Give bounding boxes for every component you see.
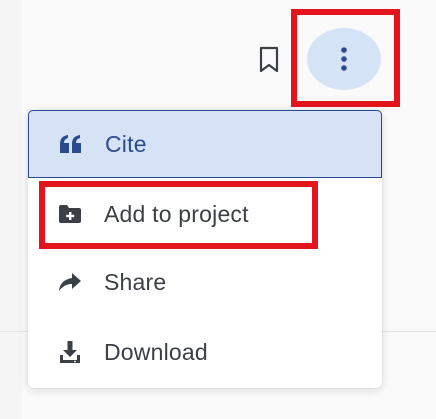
menu-item-add-to-project[interactable]: Add to project xyxy=(28,180,382,248)
menu-item-label: Download xyxy=(104,338,208,365)
bookmark-outline-icon xyxy=(259,46,279,73)
download-icon xyxy=(58,340,82,364)
bookmark-button[interactable] xyxy=(252,40,286,80)
menu-item-label: Share xyxy=(104,268,167,295)
more-options-button[interactable] xyxy=(306,28,382,90)
more-options-menu: Cite Add to project Share Download xyxy=(28,110,382,388)
share-arrow-icon xyxy=(58,270,82,294)
folder-plus-icon xyxy=(58,202,82,226)
menu-item-share[interactable]: Share xyxy=(28,248,382,316)
menu-item-cite[interactable]: Cite xyxy=(28,110,382,178)
quote-icon xyxy=(59,132,83,156)
more-options-button-bg xyxy=(307,28,381,90)
menu-item-download[interactable]: Download xyxy=(28,318,382,386)
more-vertical-icon xyxy=(341,47,347,71)
menu-item-label: Cite xyxy=(105,130,147,157)
menu-item-label: Add to project xyxy=(104,200,249,227)
